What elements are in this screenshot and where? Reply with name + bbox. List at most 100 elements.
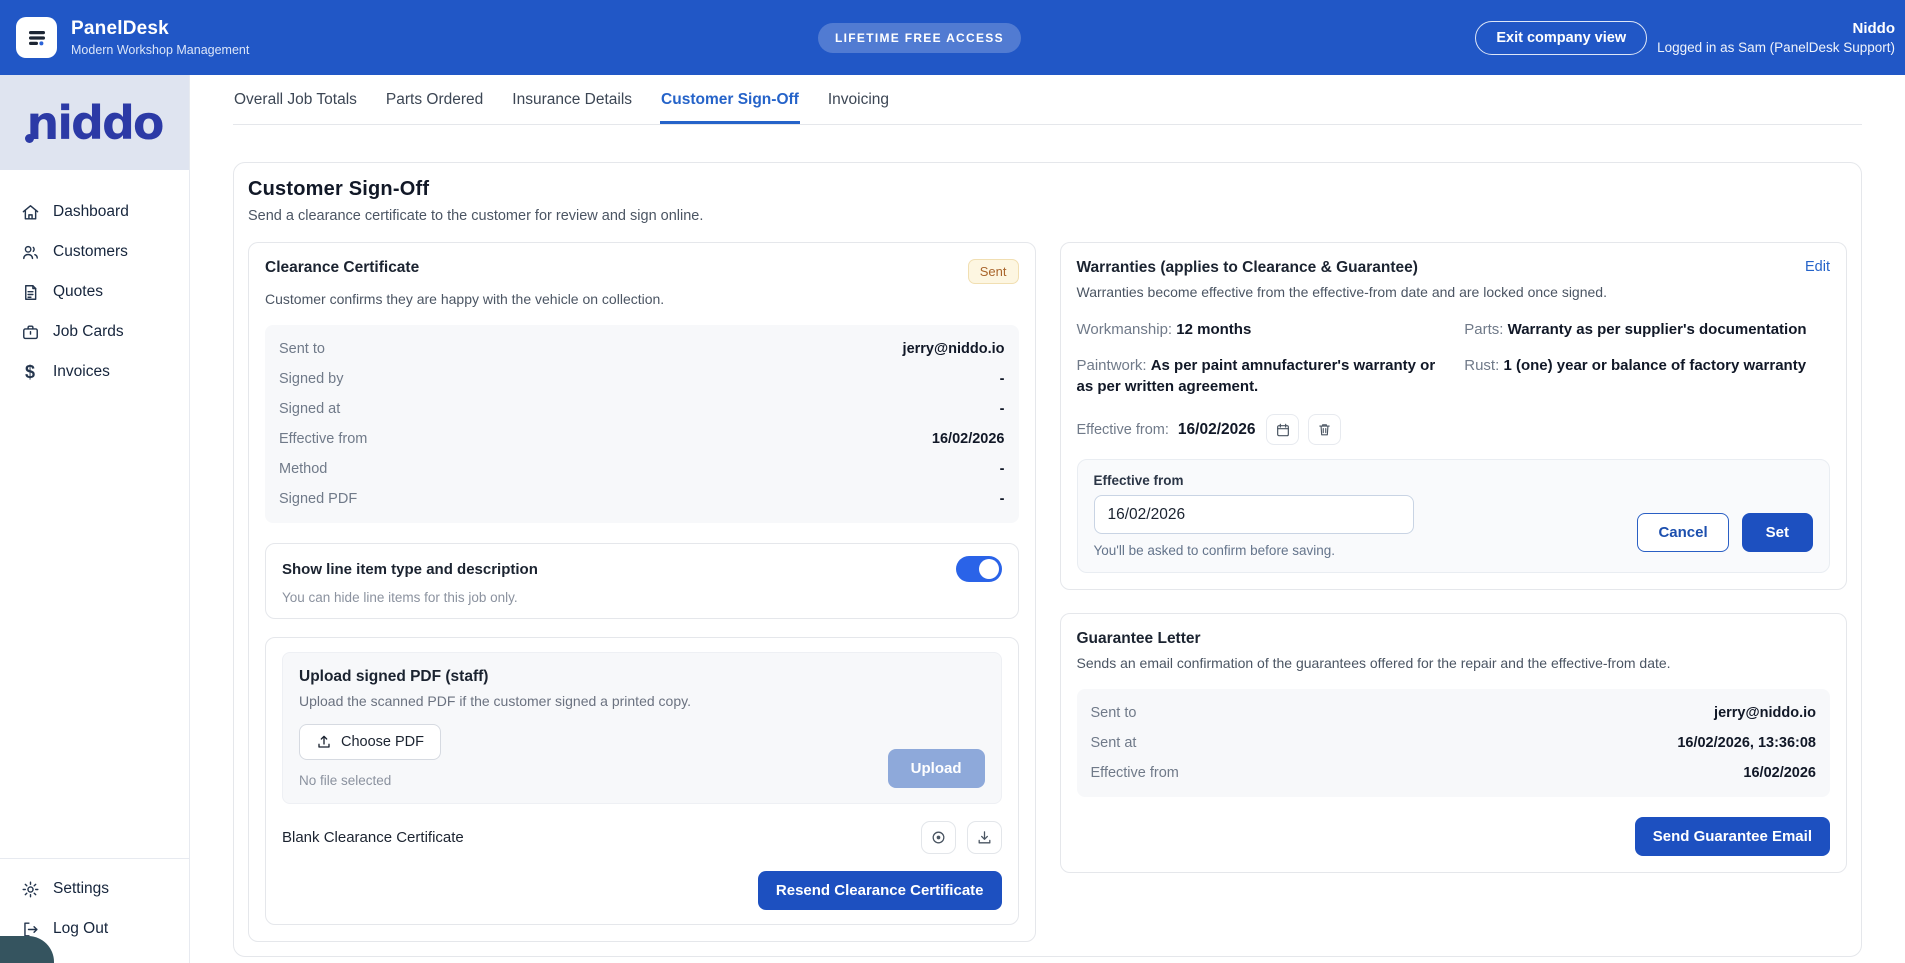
detail-label: Sent at xyxy=(1091,735,1137,751)
detail-label: Signed at xyxy=(279,401,340,417)
detail-value: jerry@niddo.io xyxy=(1714,705,1816,721)
menu-icon xyxy=(16,17,57,58)
clearance-card-subtitle: Customer confirms they are happy with th… xyxy=(265,291,1019,307)
guarantee-card-subtitle: Sends an email confirmation of the guara… xyxy=(1077,655,1831,671)
effective-from-edit-panel: Effective from You'll be asked to confir… xyxy=(1077,459,1831,573)
preview-button[interactable] xyxy=(921,821,956,854)
effective-from-label: Effective from: xyxy=(1077,422,1169,438)
clearance-card-title: Clearance Certificate xyxy=(265,259,419,277)
delete-effective-date-button[interactable] xyxy=(1308,414,1341,445)
sidebar-item-label: Invoices xyxy=(53,363,110,381)
choose-pdf-button[interactable]: Choose PDF xyxy=(299,724,441,760)
detail-value: jerry@niddo.io xyxy=(903,341,1005,357)
sidebar-item-dashboard[interactable]: Dashboard xyxy=(0,192,189,232)
detail-label: Sent to xyxy=(1091,705,1137,721)
sidebar: niddo Dashboard Customers xyxy=(0,75,190,963)
users-icon xyxy=(20,242,40,262)
home-icon xyxy=(20,202,40,222)
guarantee-letter-card: Guarantee Letter Sends an email confirma… xyxy=(1060,613,1848,873)
company-name: Niddo xyxy=(1657,20,1895,37)
toggle-hint: You can hide line items for this job onl… xyxy=(282,590,1002,605)
detail-label: Effective from xyxy=(1091,765,1179,781)
detail-row: Sent at 16/02/2026, 13:36:08 xyxy=(1091,728,1817,758)
warranty-item-rust: Rust: 1 (one) year or balance of factory… xyxy=(1464,355,1830,397)
line-items-toggle-box: Show line item type and description You … xyxy=(265,543,1019,619)
detail-value: - xyxy=(1000,371,1005,387)
detail-value: 16/02/2026 xyxy=(1743,765,1816,781)
status-badge: Sent xyxy=(968,259,1019,284)
tab-parts-ordered[interactable]: Parts Ordered xyxy=(385,91,484,124)
download-button[interactable] xyxy=(967,821,1002,854)
warranties-card-title: Warranties (applies to Clearance & Guara… xyxy=(1077,259,1418,277)
page-subtitle: Send a clearance certificate to the cust… xyxy=(248,208,1847,224)
warranties-card: Warranties (applies to Clearance & Guara… xyxy=(1060,242,1848,590)
calendar-button[interactable] xyxy=(1266,414,1299,445)
document-icon xyxy=(20,282,40,302)
eye-icon xyxy=(930,829,947,846)
sidebar-item-label: Quotes xyxy=(53,283,103,301)
tab-overall-job-totals[interactable]: Overall Job Totals xyxy=(233,91,358,124)
guarantee-details-panel: Sent to jerry@niddo.io Sent at 16/02/202… xyxy=(1077,689,1831,797)
tab-insurance-details[interactable]: Insurance Details xyxy=(511,91,633,124)
effective-from-value: 16/02/2026 xyxy=(1178,421,1256,439)
detail-row: Method - xyxy=(279,454,1005,484)
detail-row: Sent to jerry@niddo.io xyxy=(279,334,1005,364)
page-title: Customer Sign-Off xyxy=(248,178,1847,201)
detail-label: Signed PDF xyxy=(279,491,357,507)
clearance-details-panel: Sent to jerry@niddo.io Signed by - Signe… xyxy=(265,325,1019,523)
resend-clearance-certificate-button[interactable]: Resend Clearance Certificate xyxy=(758,871,1002,910)
sidebar-item-job-cards[interactable]: Job Cards xyxy=(0,312,189,352)
warranties-grid: Workmanship: 12 months Parts: Warranty a… xyxy=(1077,319,1831,397)
blank-certificate-row: Blank Clearance Certificate xyxy=(282,821,1002,854)
detail-row: Effective from 16/02/2026 xyxy=(279,424,1005,454)
warranty-item-paintwork: Paintwork: As per paint amnufacturer's w… xyxy=(1077,355,1443,397)
line-items-toggle[interactable] xyxy=(956,556,1002,582)
detail-value: - xyxy=(1000,461,1005,477)
lifetime-access-badge: LIFETIME FREE ACCESS xyxy=(818,23,1021,53)
edit-warranties-link[interactable]: Edit xyxy=(1805,259,1830,275)
sidebar-item-invoices[interactable]: $ Invoices xyxy=(0,352,189,392)
upload-signed-pdf-panel: Upload signed PDF (staff) Upload the sca… xyxy=(282,652,1002,804)
user-block: Niddo Logged in as Sam (PanelDesk Suppor… xyxy=(1657,20,1895,55)
set-button[interactable]: Set xyxy=(1742,513,1813,552)
sidebar-item-quotes[interactable]: Quotes xyxy=(0,272,189,312)
cancel-button[interactable]: Cancel xyxy=(1637,513,1728,552)
exit-company-view-button[interactable]: Exit company view xyxy=(1475,21,1647,55)
detail-value: - xyxy=(1000,491,1005,507)
tab-bar: Overall Job Totals Parts Ordered Insuran… xyxy=(233,75,1862,125)
sidebar-logo: niddo xyxy=(0,75,189,170)
upload-icon xyxy=(316,734,332,750)
dollar-icon: $ xyxy=(20,362,40,382)
detail-row: Effective from 16/02/2026 xyxy=(1091,758,1817,788)
tab-customer-sign-off[interactable]: Customer Sign-Off xyxy=(660,91,800,124)
briefcase-icon xyxy=(20,322,40,342)
toggle-knob xyxy=(979,559,999,579)
upload-button[interactable]: Upload xyxy=(888,749,985,788)
detail-label: Method xyxy=(279,461,327,477)
sidebar-item-label: Settings xyxy=(53,880,109,898)
tab-invoicing[interactable]: Invoicing xyxy=(827,91,890,124)
upload-title: Upload signed PDF (staff) xyxy=(299,668,985,686)
detail-value: - xyxy=(1000,401,1005,417)
send-guarantee-email-button[interactable]: Send Guarantee Email xyxy=(1635,817,1830,856)
logged-in-as: Logged in as Sam (PanelDesk Support) xyxy=(1657,40,1895,55)
sidebar-item-settings[interactable]: Settings xyxy=(0,869,189,909)
sidebar-item-label: Customers xyxy=(53,243,128,261)
warranty-item-parts: Parts: Warranty as per supplier's docume… xyxy=(1464,319,1830,340)
blank-certificate-label: Blank Clearance Certificate xyxy=(282,829,464,846)
sidebar-nav: Dashboard Customers Quotes xyxy=(0,170,189,392)
guarantee-card-title: Guarantee Letter xyxy=(1077,630,1831,648)
no-file-selected-text: No file selected xyxy=(299,773,441,788)
effective-from-input[interactable] xyxy=(1094,495,1414,534)
sidebar-item-customers[interactable]: Customers xyxy=(0,232,189,272)
brand-text: PanelDesk Modern Workshop Management xyxy=(71,18,249,57)
confirm-hint: You'll be asked to confirm before saving… xyxy=(1094,543,1414,558)
clearance-certificate-card: Clearance Certificate Sent Customer conf… xyxy=(248,242,1036,942)
top-header: PanelDesk Modern Workshop Management LIF… xyxy=(0,0,1905,75)
sidebar-item-label: Job Cards xyxy=(53,323,124,341)
sidebar-item-label: Dashboard xyxy=(53,203,129,221)
upload-hint: Upload the scanned PDF if the customer s… xyxy=(299,693,985,709)
upload-section: Upload signed PDF (staff) Upload the sca… xyxy=(265,637,1019,925)
warranties-card-subtitle: Warranties become effective from the eff… xyxy=(1077,284,1831,300)
effective-from-field-label: Effective from xyxy=(1094,473,1814,488)
